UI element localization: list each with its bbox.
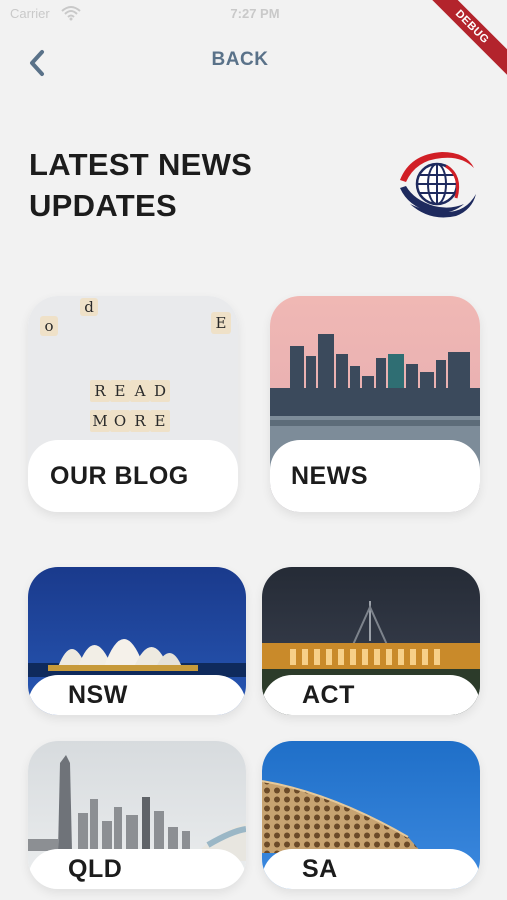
page-title-line-2: UPDATES [29,188,177,223]
card-nsw[interactable]: NSW [28,567,246,715]
card-label-sa: SA [302,855,338,883]
tile-letter: M [92,412,107,430]
card-qld[interactable]: QLD [28,741,246,889]
card-label-box: QLD [28,849,246,889]
card-label-act: ACT [302,681,355,709]
tile-letter: E [155,412,166,430]
tile-letter: R [134,412,146,430]
card-label-qld: QLD [68,855,123,883]
card-label-box: ACT [262,675,480,715]
tile-letter: D [154,382,166,400]
back-button[interactable]: BACK [200,49,280,71]
card-news[interactable]: NEWS [270,296,480,512]
tile-letter: d [84,298,94,316]
carrier-label: Carrier [10,6,50,21]
tile-letter: A [134,382,146,400]
card-our-blog[interactable]: o d E R E A D M O R E OUR BLOG [28,296,238,512]
card-label-our-blog: OUR BLOG [50,462,189,490]
tile-letter: R [94,382,106,400]
wifi-icon [61,6,81,21]
tile-letter: E [216,314,227,332]
back-chevron-icon[interactable] [22,46,52,80]
card-act[interactable]: ACT [262,567,480,715]
card-label-box: SA [262,849,480,889]
clock-label: 7:27 PM [230,6,280,21]
card-label-box: NSW [28,675,246,715]
globe-logo-icon [400,152,476,218]
card-label-box: OUR BLOG [28,440,238,512]
page-title: LATEST NEWS UPDATES [29,144,329,226]
tile-letter: O [114,412,126,430]
card-sa[interactable]: SA [262,741,480,889]
debug-label: DEBUG [419,0,507,80]
tile-letter: o [44,317,53,335]
debug-banner: DEBUG [417,0,507,90]
page-title-line-1: LATEST NEWS [29,147,253,182]
tile-letter: E [115,382,126,400]
card-label-news: NEWS [291,462,368,490]
card-label-box: NEWS [270,440,480,512]
card-label-nsw: NSW [68,681,128,709]
